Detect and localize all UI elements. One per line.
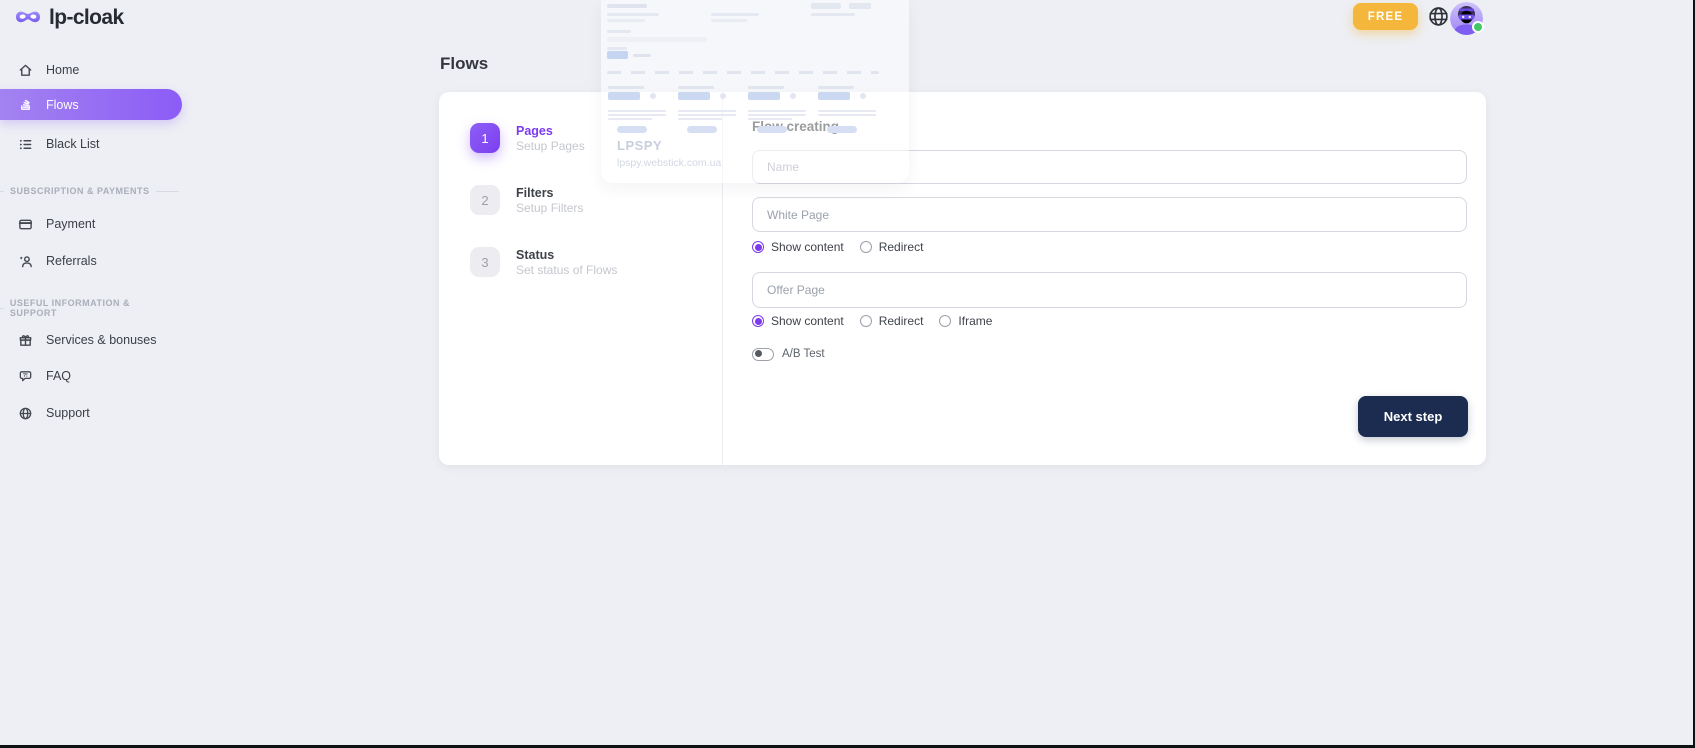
sidebar-item-label: FAQ (46, 369, 71, 383)
wizard-step-pages[interactable]: 1 Pages Setup Pages (470, 123, 585, 153)
flow-creating-card: 1 Pages Setup Pages 2 Filters Setup Filt… (439, 92, 1486, 465)
sidebar-item-support[interactable]: Support (0, 399, 185, 427)
step-text: Filters Setup Filters (516, 186, 583, 215)
brand-name: lp-cloak (49, 6, 124, 30)
payment-icon (18, 217, 33, 232)
sidebar-item-black-list[interactable]: Black List (0, 130, 185, 158)
support-icon (18, 406, 33, 421)
offer-page-mode-options: Show content Redirect Iframe (752, 313, 992, 329)
radio-label: Iframe (958, 314, 992, 328)
step-text: Pages Setup Pages (516, 124, 585, 153)
white-page-input[interactable] (752, 197, 1467, 232)
language-globe-button[interactable] (1427, 5, 1450, 28)
sidebar-item-label: Payment (46, 217, 95, 231)
svg-text:?!: ?! (23, 372, 28, 378)
sidebar-item-flows[interactable]: Flows (0, 89, 182, 120)
page-title: Flows (440, 54, 488, 74)
white-page-mode-options: Show content Redirect (752, 239, 923, 255)
sidebar-item-label: Flows (46, 98, 79, 112)
radio-unselected-icon (860, 315, 872, 327)
step-number-badge: 1 (470, 123, 500, 153)
ab-test-label: A/B Test (782, 348, 825, 360)
gift-icon (18, 333, 33, 348)
ab-test-toggle[interactable] (752, 348, 774, 361)
sidebar-item-label: Services & bonuses (46, 333, 156, 347)
app-screen: lp-cloak Home Flows Black List SUBSCRIPT… (0, 0, 1695, 748)
step-title: Pages (516, 124, 585, 139)
radio-label: Redirect (879, 314, 924, 328)
white-page-redirect-option[interactable]: Redirect (860, 240, 924, 254)
step-subtitle: Setup Pages (516, 139, 585, 153)
step-title: Status (516, 248, 617, 263)
flows-icon (18, 97, 33, 112)
step-text: Status Set status of Flows (516, 248, 617, 277)
radio-unselected-icon (860, 241, 872, 253)
radio-unselected-icon (939, 315, 951, 327)
radio-selected-icon (752, 315, 764, 327)
offer-page-redirect-option[interactable]: Redirect (860, 314, 924, 328)
radio-label: Redirect (879, 240, 924, 254)
globe-icon (1427, 5, 1450, 28)
sidebar-item-faq[interactable]: ?! FAQ (0, 362, 185, 390)
offer-page-show-content-option[interactable]: Show content (752, 314, 844, 328)
white-page-show-content-option[interactable]: Show content (752, 240, 844, 254)
sidebar-item-label: Black List (46, 137, 100, 151)
home-icon (18, 63, 33, 78)
brand-logo[interactable]: lp-cloak (14, 6, 124, 30)
sidebar-section-header-support: USEFUL INFORMATION & SUPPORT (0, 301, 185, 315)
sidebar-item-referrals[interactable]: Referrals (0, 247, 185, 275)
referrals-icon (18, 254, 33, 269)
step-title: Filters (516, 186, 583, 201)
sidebar-section-header-payments: SUBSCRIPTION & PAYMENTS (0, 184, 185, 198)
sidebar-item-label: Support (46, 406, 90, 420)
online-status-dot (1472, 21, 1484, 33)
name-input[interactable] (752, 150, 1467, 184)
step-subtitle: Set status of Flows (516, 263, 617, 277)
toggle-knob (755, 350, 762, 357)
section-header-label: SUBSCRIPTION & PAYMENTS (10, 186, 150, 196)
sidebar: lp-cloak Home Flows Black List SUBSCRIPT… (0, 0, 185, 748)
plan-badge[interactable]: FREE (1353, 3, 1418, 30)
next-step-button[interactable]: Next step (1358, 396, 1468, 437)
offer-page-input[interactable] (752, 272, 1467, 308)
offer-page-iframe-option[interactable]: Iframe (939, 314, 992, 328)
sidebar-item-services-bonuses[interactable]: Services & bonuses (0, 326, 185, 354)
step-number-badge: 2 (470, 185, 500, 215)
faq-icon: ?! (18, 369, 33, 384)
sidebar-item-label: Referrals (46, 254, 97, 268)
wizard-step-filters[interactable]: 2 Filters Setup Filters (470, 185, 583, 215)
section-header-label: USEFUL INFORMATION & SUPPORT (10, 298, 173, 318)
card-divider (722, 92, 723, 465)
mask-logo-icon (14, 7, 42, 29)
sidebar-item-payment[interactable]: Payment (0, 210, 185, 238)
radio-label: Show content (771, 240, 844, 254)
radio-label: Show content (771, 314, 844, 328)
sidebar-item-home[interactable]: Home (0, 56, 185, 84)
wizard-step-status[interactable]: 3 Status Set status of Flows (470, 247, 617, 277)
form-title: Flow creating (752, 119, 839, 134)
step-number-badge: 3 (470, 247, 500, 277)
sidebar-item-label: Home (46, 63, 79, 77)
black-list-icon (18, 137, 33, 152)
radio-selected-icon (752, 241, 764, 253)
ab-test-row[interactable]: A/B Test (752, 347, 825, 361)
step-subtitle: Setup Filters (516, 201, 583, 215)
